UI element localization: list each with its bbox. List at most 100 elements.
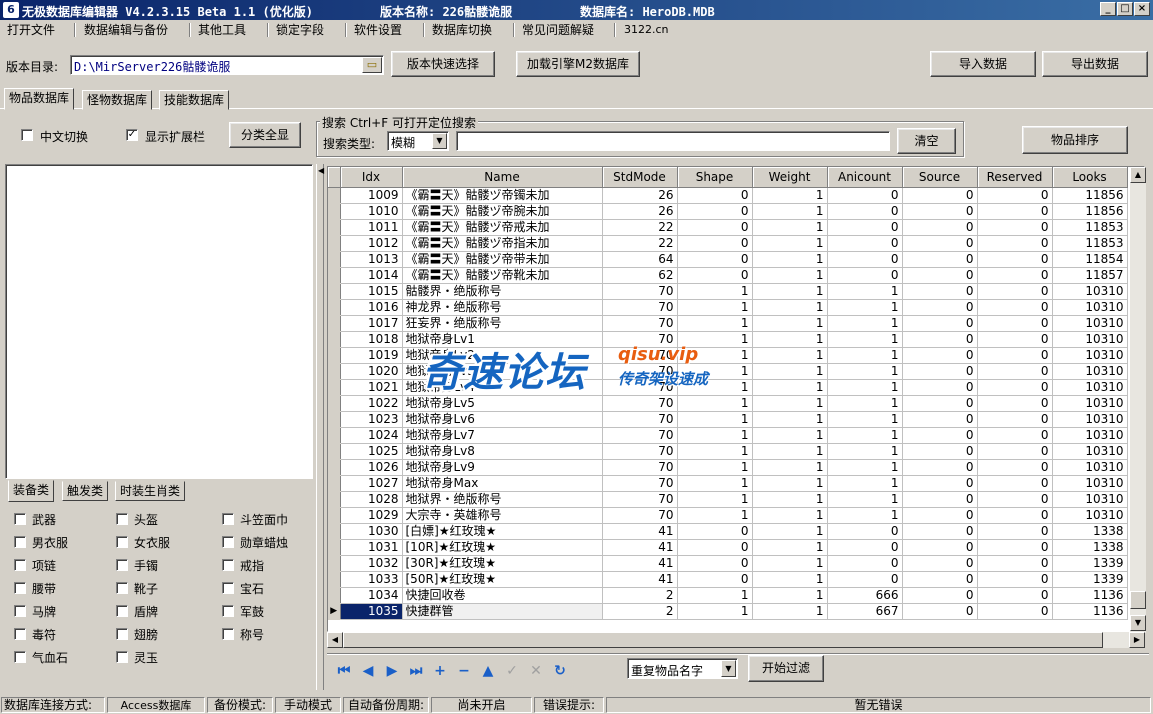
table-cell-source[interactable]: 0 xyxy=(902,315,978,332)
table-cell-idx[interactable]: 1034 xyxy=(340,587,403,604)
table-cell-anicount[interactable]: 0 xyxy=(827,539,903,556)
scroll-left-icon[interactable]: ◀ xyxy=(327,632,343,648)
table-cell-looks[interactable]: 11856 xyxy=(1052,203,1128,220)
table-cell-shape[interactable]: 1 xyxy=(677,363,753,380)
scroll-thumb[interactable] xyxy=(1130,591,1146,609)
row-indicator[interactable] xyxy=(328,587,341,604)
table-row[interactable]: 1010 《霸〓天》骷髅ヅ帝腕未加 26 0 1 0 0 0 11856 xyxy=(328,203,1128,220)
table-row[interactable]: ▶ 1035 快捷群管 2 1 1 667 0 0 1136 xyxy=(328,603,1128,620)
next-record-icon[interactable]: ▶ xyxy=(383,662,401,680)
menu-settings[interactable]: 软件设置 xyxy=(350,22,406,38)
table-cell-stdmode[interactable]: 26 xyxy=(602,203,678,220)
table-cell-weight[interactable]: 1 xyxy=(752,283,828,300)
table-cell-reserved[interactable]: 0 xyxy=(977,443,1053,460)
table-cell-name[interactable]: 地狱帝身Lv1 xyxy=(402,331,603,348)
table-cell-shape[interactable]: 1 xyxy=(677,395,753,412)
table-cell-stdmode[interactable]: 70 xyxy=(602,331,678,348)
table-cell-stdmode[interactable]: 70 xyxy=(602,443,678,460)
insert-record-icon[interactable]: + xyxy=(431,662,449,680)
table-row[interactable]: 1022 地狱帝身Lv5 70 1 1 1 0 0 10310 xyxy=(328,395,1128,412)
table-cell-shape[interactable]: 0 xyxy=(677,235,753,252)
table-cell-anicount[interactable]: 1 xyxy=(827,363,903,380)
table-cell-stdmode[interactable]: 70 xyxy=(602,347,678,364)
table-cell-source[interactable]: 0 xyxy=(902,475,978,492)
table-cell-source[interactable]: 0 xyxy=(902,283,978,300)
table-cell-reserved[interactable]: 0 xyxy=(977,267,1053,284)
table-cell-idx[interactable]: 1022 xyxy=(340,395,403,412)
table-cell-idx[interactable]: 1025 xyxy=(340,443,403,460)
table-cell-name[interactable]: 地狱帝身Lv3 xyxy=(402,363,603,380)
table-cell-name[interactable]: [10R]★红玫瑰★ xyxy=(402,539,603,556)
category-checkbox[interactable] xyxy=(116,628,128,640)
table-cell-stdmode[interactable]: 70 xyxy=(602,411,678,428)
table-cell-reserved[interactable]: 0 xyxy=(977,571,1053,588)
category-checkbox[interactable] xyxy=(14,651,26,663)
table-cell-shape[interactable]: 0 xyxy=(677,251,753,268)
row-indicator[interactable] xyxy=(328,267,341,284)
table-cell-name[interactable]: 地狱帝身Lv6 xyxy=(402,411,603,428)
table-cell-anicount[interactable]: 0 xyxy=(827,523,903,540)
table-cell-source[interactable]: 0 xyxy=(902,299,978,316)
dir-input[interactable]: D:\MirServer226骷髅诡服 ▭ xyxy=(70,55,384,75)
column-header[interactable]: Shape xyxy=(677,167,753,188)
chinese-toggle-checkbox[interactable] xyxy=(21,129,33,141)
menu-lock-fields[interactable]: 锁定字段 xyxy=(272,22,328,38)
table-cell-looks[interactable]: 10310 xyxy=(1052,507,1128,524)
load-m2-button[interactable]: 加载引擎M2数据库 xyxy=(516,51,640,77)
table-cell-weight[interactable]: 1 xyxy=(752,587,828,604)
category-checkbox[interactable] xyxy=(116,559,128,571)
table-cell-name[interactable]: 《霸〓天》骷髅ヅ帝腕未加 xyxy=(402,203,603,220)
table-cell-name[interactable]: 地狱帝身Lv4 xyxy=(402,379,603,396)
table-cell-looks[interactable]: 10310 xyxy=(1052,491,1128,508)
table-cell-weight[interactable]: 1 xyxy=(752,443,828,460)
refresh-icon[interactable]: ↻ xyxy=(551,662,569,680)
row-indicator[interactable] xyxy=(328,299,341,316)
table-cell-idx[interactable]: 1027 xyxy=(340,475,403,492)
table-cell-weight[interactable]: 1 xyxy=(752,379,828,396)
table-cell-anicount[interactable]: 1 xyxy=(827,507,903,524)
table-cell-stdmode[interactable]: 70 xyxy=(602,395,678,412)
tab-equipment[interactable]: 装备类 xyxy=(8,480,55,502)
table-cell-anicount[interactable]: 0 xyxy=(827,235,903,252)
table-cell-weight[interactable]: 1 xyxy=(752,427,828,444)
table-cell-idx[interactable]: 1035 xyxy=(340,603,403,620)
edit-record-icon[interactable]: ▲ xyxy=(479,662,497,680)
table-cell-reserved[interactable]: 0 xyxy=(977,299,1053,316)
tab-monsters[interactable]: 怪物数据库 xyxy=(82,90,153,110)
table-cell-idx[interactable]: 1010 xyxy=(340,203,403,220)
table-row[interactable]: 1033 [50R]★红玫瑰★ 41 0 1 0 0 0 1339 xyxy=(328,571,1128,588)
table-cell-source[interactable]: 0 xyxy=(902,459,978,476)
table-cell-reserved[interactable]: 0 xyxy=(977,203,1053,220)
table-cell-weight[interactable]: 1 xyxy=(752,347,828,364)
table-cell-shape[interactable]: 1 xyxy=(677,443,753,460)
table-cell-idx[interactable]: 1023 xyxy=(340,411,403,428)
table-row[interactable]: 1013 《霸〓天》骷髅ヅ帝带未加 64 0 1 0 0 0 11854 xyxy=(328,251,1128,268)
table-cell-idx[interactable]: 1031 xyxy=(340,539,403,556)
scroll-up-icon[interactable]: ▲ xyxy=(1130,167,1146,183)
table-cell-source[interactable]: 0 xyxy=(902,507,978,524)
table-cell-weight[interactable]: 1 xyxy=(752,507,828,524)
table-cell-name[interactable]: 狂妄界・绝版称号 xyxy=(402,315,603,332)
table-row[interactable]: 1029 大宗寺・英雄称号 70 1 1 1 0 0 10310 xyxy=(328,507,1128,524)
table-row[interactable]: 1020 地狱帝身Lv3 70 1 1 1 0 0 10310 xyxy=(328,363,1128,380)
table-cell-looks[interactable]: 10310 xyxy=(1052,443,1128,460)
table-cell-name[interactable]: 《霸〓天》骷髅ヅ帝戒未加 xyxy=(402,219,603,236)
table-cell-name[interactable]: 大宗寺・英雄称号 xyxy=(402,507,603,524)
menu-switch-db[interactable]: 数据库切换 xyxy=(428,22,496,38)
column-header[interactable]: Looks xyxy=(1052,167,1128,188)
table-cell-anicount[interactable]: 1 xyxy=(827,347,903,364)
table-cell-weight[interactable]: 1 xyxy=(752,603,828,620)
show-ext-checkbox[interactable]: ✓ xyxy=(126,129,138,141)
table-row[interactable]: 1025 地狱帝身Lv8 70 1 1 1 0 0 10310 xyxy=(328,443,1128,460)
table-cell-anicount[interactable]: 0 xyxy=(827,555,903,572)
table-cell-looks[interactable]: 10310 xyxy=(1052,331,1128,348)
table-cell-name[interactable]: 地狱帝身Lv8 xyxy=(402,443,603,460)
table-cell-idx[interactable]: 1028 xyxy=(340,491,403,508)
table-cell-looks[interactable]: 1339 xyxy=(1052,555,1128,572)
table-cell-weight[interactable]: 1 xyxy=(752,411,828,428)
items-data-grid[interactable]: Idx Name StdMode Shape Weight Anicount S… xyxy=(327,166,1145,632)
table-cell-looks[interactable]: 11856 xyxy=(1052,187,1128,204)
table-cell-stdmode[interactable]: 70 xyxy=(602,363,678,380)
table-cell-source[interactable]: 0 xyxy=(902,395,978,412)
table-cell-stdmode[interactable]: 41 xyxy=(602,571,678,588)
